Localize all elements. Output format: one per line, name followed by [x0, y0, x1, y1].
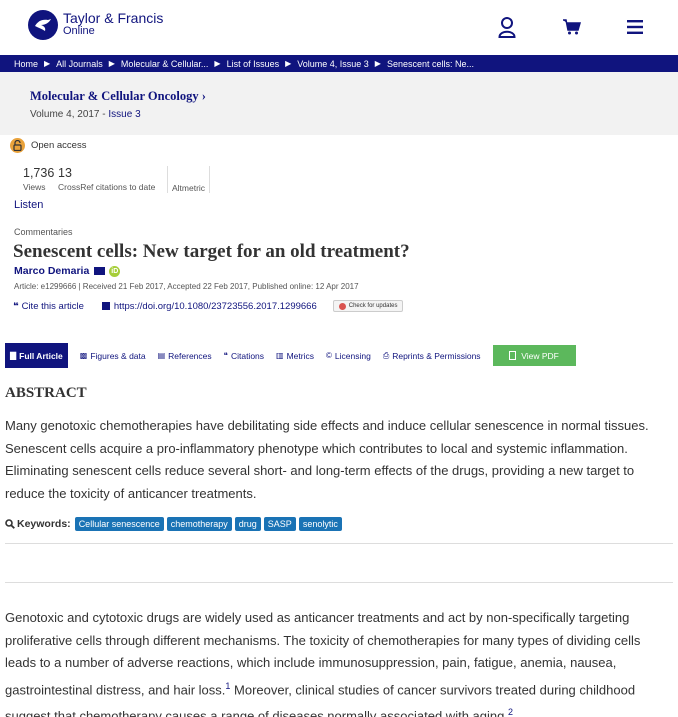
cart-icon[interactable] [559, 14, 585, 40]
copyright-icon: © [325, 351, 332, 360]
breadcrumb-current: Senescent cells: Ne... [386, 58, 474, 69]
envelope-icon[interactable] [94, 267, 106, 275]
cite-article-link[interactable]: ❝ Cite this article [13, 301, 84, 312]
external-link-icon [101, 302, 110, 310]
breadcrumb-arrow-icon: ▶ [374, 59, 381, 68]
keyword-tag[interactable]: senolytic [298, 517, 342, 531]
article-title: Senescent cells: New target for an old t… [13, 241, 410, 262]
keyword-tag[interactable]: chemotherapy [166, 517, 232, 531]
views-label: Views [23, 182, 46, 192]
user-icon[interactable] [494, 14, 520, 40]
tab-metrics[interactable]: ▥ Metrics [276, 343, 314, 368]
abstract-heading: ABSTRACT [5, 385, 87, 401]
pdf-icon [509, 351, 517, 360]
journal-volume: Volume 4, 2017 - Issue 3 [30, 109, 141, 120]
search-icon [5, 519, 15, 529]
author-row: Marco Demaria iD [14, 265, 121, 277]
breadcrumb-arrow-icon: ▶ [108, 59, 115, 68]
brand-sub: Online [63, 25, 95, 37]
breadcrumb-all-journals[interactable]: All Journals [56, 59, 103, 69]
doi-link[interactable]: https://doi.org/10.1080/23723556.2017.12… [101, 301, 317, 312]
article-tabs: ▇ Full Article ▩ Figures & data ▤ Refere… [0, 343, 678, 368]
altmetric-label: Altmetric [172, 183, 206, 193]
keyword-tag[interactable]: drug [234, 517, 261, 531]
menu-icon[interactable] [622, 14, 648, 40]
journal-title-link[interactable]: Molecular & Cellular Oncology › [30, 89, 678, 104]
crossref-metric[interactable]: 13 CrossRef citations to date [58, 166, 168, 193]
breadcrumb-issues[interactable]: List of Issues [227, 59, 280, 69]
open-access-lock-icon [10, 138, 25, 153]
tab-figures[interactable]: ▩ Figures & data [80, 343, 146, 368]
orcid-icon[interactable]: iD [109, 265, 121, 277]
view-pdf-button[interactable]: View PDF [492, 345, 576, 366]
tab-references[interactable]: ▤ References [158, 343, 212, 368]
quote-icon: ❝ [13, 300, 19, 312]
article-metrics: 1,736 Views 13 CrossRef citations to dat… [23, 166, 210, 193]
open-access-label: Open access [31, 140, 87, 151]
chevron-right-icon: › [201, 89, 206, 103]
print-icon: ⎙ [382, 350, 390, 360]
altmetric-metric[interactable]: Altmetric [168, 166, 210, 193]
breadcrumb-journal[interactable]: Molecular & Cellular... [121, 59, 209, 69]
quote-icon: ❝ [223, 351, 228, 360]
tf-logo-icon [28, 10, 58, 40]
site-header: Taylor & Francis Online [0, 0, 678, 55]
tab-full-article[interactable]: ▇ Full Article [5, 343, 68, 368]
image-icon: ▩ [79, 351, 88, 360]
abstract-text: Many genotoxic chemotherapies have debil… [5, 418, 649, 501]
crossref-label: CrossRef citations to date [58, 182, 156, 192]
breadcrumb-arrow-icon: ▶ [44, 59, 51, 68]
doc-icon: ▇ [10, 351, 17, 360]
breadcrumb-arrow-icon: ▶ [285, 59, 292, 68]
issue-link[interactable]: Issue 3 [108, 109, 140, 120]
breadcrumb-home[interactable]: Home [14, 59, 38, 69]
article-category: Commentaries [14, 227, 73, 237]
views-count: 1,736 [23, 166, 55, 180]
breadcrumb-arrow-icon: ▶ [214, 59, 221, 68]
breadcrumb: Home ▶ All Journals ▶ Molecular & Cellul… [0, 55, 678, 72]
keyword-tag[interactable]: SASP [263, 517, 296, 531]
author-link[interactable]: Marco Demaria [14, 265, 89, 277]
tab-reprints[interactable]: ⎙ Reprints & Permissions [383, 343, 481, 368]
reference-link[interactable]: 2 [508, 707, 513, 717]
crossref-count: 13 [58, 166, 72, 180]
keywords: Keywords: Cellular senescence chemothera… [5, 517, 345, 531]
divider [5, 543, 673, 544]
listen-button[interactable]: Listen [14, 199, 43, 211]
book-icon: ▤ [157, 351, 166, 360]
tab-licensing[interactable]: © Licensing [326, 343, 371, 368]
views-metric: 1,736 Views [23, 166, 58, 193]
article-links: ❝ Cite this article https://doi.org/10.1… [13, 300, 404, 312]
brand-name: Taylor & Francis [63, 10, 164, 26]
keyword-tag[interactable]: Cellular senescence [74, 517, 164, 531]
crossmark-icon [338, 302, 346, 310]
article-meta: Article: e1299666 | Received 21 Feb 2017… [14, 282, 359, 291]
tab-citations[interactable]: ❝ Citations [224, 343, 264, 368]
article-body-paragraph: Genotoxic and cytotoxic drugs are widely… [5, 610, 641, 717]
bar-chart-icon: ▥ [276, 351, 284, 360]
keywords-label: Keywords: [5, 518, 71, 530]
divider [5, 582, 673, 583]
open-access: Open access [10, 138, 86, 153]
breadcrumb-volume[interactable]: Volume 4, Issue 3 [297, 59, 369, 69]
check-updates-button[interactable]: Check for updates [332, 300, 404, 312]
journal-band: Molecular & Cellular Oncology › Volume 4… [0, 72, 678, 135]
tf-logo[interactable]: Taylor & Francis Online [28, 10, 163, 40]
